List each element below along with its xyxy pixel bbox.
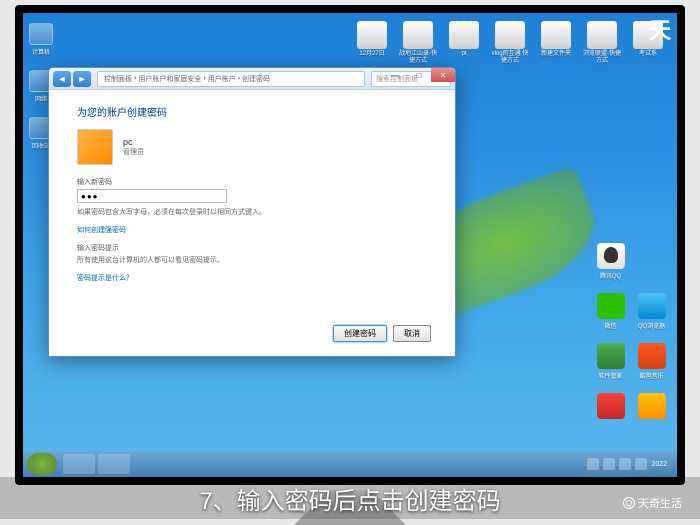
hint-description: 所有使用这台计算机的人都可以看见密码提示。	[77, 255, 427, 265]
what-is-hint-link[interactable]: 密码提示是什么？	[77, 273, 427, 283]
corner-text: 天	[649, 13, 671, 45]
password-field[interactable]: ●●●	[77, 189, 227, 203]
desktop-icon[interactable]: vlog的互通 快捷方式	[491, 21, 529, 66]
hint-label: 输入密码提示	[77, 243, 427, 253]
desktop-icon[interactable]: pt	[445, 21, 483, 66]
password-label: 输入新密码	[77, 177, 427, 187]
watermark-icon: Q	[623, 497, 635, 509]
tutorial-caption: 7、输入密码后点击创建密码	[0, 477, 700, 519]
monitor-bezel: 计算机网络回收站 12月27日战地江山录-快捷方式ptvlog的互通 快捷方式新…	[15, 5, 685, 485]
taskbar[interactable]: 2022	[23, 451, 677, 477]
watermark: Q 天奇生活	[623, 495, 682, 511]
desktop-icon[interactable]: 计算机	[27, 23, 55, 58]
desktop-icon[interactable]: 12月27日	[353, 21, 391, 66]
desktop-icon[interactable]: 软件管家	[593, 343, 628, 385]
desktop-icon[interactable]: 战地江山录-快捷方式	[399, 21, 437, 66]
tray-icon[interactable]	[603, 458, 615, 470]
system-tray[interactable]: 2022	[587, 458, 673, 470]
tray-icon[interactable]	[587, 458, 599, 470]
maximize-button[interactable]: □	[407, 68, 431, 82]
desktop-icon[interactable]	[634, 393, 669, 435]
breadcrumb[interactable]: 控制面板›用户账户和家庭安全›用户账户›创建密码	[97, 71, 365, 87]
desktop-icon[interactable]: QQ浏览器	[634, 293, 669, 335]
desktop-icon[interactable]: 新建文件夹	[537, 21, 575, 66]
strong-password-link[interactable]: 如何创建强密码	[77, 225, 427, 235]
desktop-icon[interactable]: 浏览联盟-快捷方式	[583, 21, 621, 66]
username: pc	[123, 137, 144, 147]
create-password-button[interactable]: 创建密码	[333, 325, 387, 342]
page-heading: 为您的账户创建密码	[77, 104, 427, 119]
desktop-screen: 计算机网络回收站 12月27日战地江山录-快捷方式ptvlog的互通 快捷方式新…	[23, 13, 677, 477]
forward-button[interactable]: ►	[73, 71, 91, 87]
tray-icon[interactable]	[635, 458, 647, 470]
control-panel-window: — □ ✕ ◄ ► 控制面板›用户账户和家庭安全›用户账户›创建密码 搜索控制面…	[48, 67, 456, 357]
desktop-icon[interactable]: 腾讯QQ	[593, 243, 628, 285]
back-button[interactable]: ◄	[53, 71, 71, 87]
tray-icon[interactable]	[619, 458, 631, 470]
password-hint-text: 如果密码包含大写字母，必须在每次登录时以相同方式键入。	[77, 207, 427, 217]
taskbar-item[interactable]	[98, 454, 130, 474]
taskbar-item[interactable]	[63, 454, 95, 474]
clock[interactable]: 2022	[651, 461, 667, 468]
desktop-icon[interactable]	[593, 393, 628, 435]
start-button[interactable]	[27, 453, 57, 475]
minimize-button[interactable]: —	[383, 68, 407, 82]
cancel-button[interactable]: 取消	[393, 325, 431, 342]
user-avatar	[77, 129, 113, 165]
desktop-icon[interactable]: 微信	[593, 293, 628, 335]
user-role: 管理员	[123, 147, 144, 157]
desktop-icon[interactable]: 酷狗音乐	[634, 343, 669, 385]
close-button[interactable]: ✕	[431, 68, 455, 82]
